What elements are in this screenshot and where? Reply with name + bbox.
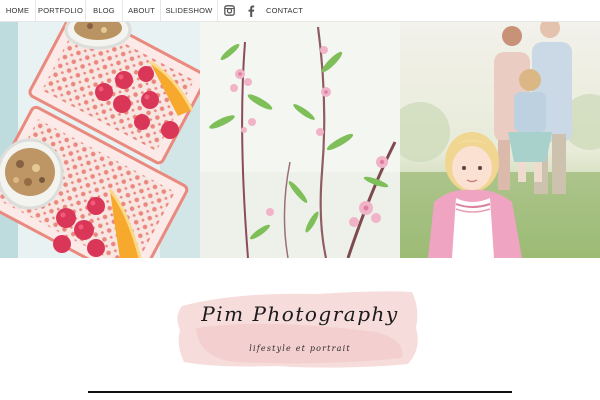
nav-portfolio-label: PORTFOLIO xyxy=(38,6,84,15)
nav-about-label: ABOUT xyxy=(128,6,155,15)
photo-family[interactable] xyxy=(400,22,600,258)
nav-blog-label: BLOG xyxy=(93,6,115,15)
nav-contact-label: CONTACT xyxy=(266,6,304,15)
section-divider xyxy=(88,391,512,393)
top-navigation: HOME PORTFOLIO BLOG ABOUT SLIDESHOW CONT… xyxy=(0,0,600,22)
brand-tagline: lifestyle et portrait xyxy=(249,344,351,353)
brand-name: Pim Photography xyxy=(201,302,399,326)
photo-strip xyxy=(0,22,600,258)
instagram-icon[interactable] xyxy=(218,0,240,21)
nav-contact[interactable]: CONTACT xyxy=(262,0,311,21)
facebook-icon[interactable] xyxy=(240,0,262,21)
nav-blog[interactable]: BLOG xyxy=(86,0,123,21)
watercolor-wash xyxy=(177,291,418,368)
photo-blossoms[interactable] xyxy=(200,22,400,258)
brand-logo[interactable]: Pim Photography lifestyle et portrait xyxy=(176,288,424,370)
photo-food[interactable] xyxy=(0,22,200,258)
nav-portfolio[interactable]: PORTFOLIO xyxy=(36,0,86,21)
nav-about[interactable]: ABOUT xyxy=(123,0,161,21)
nav-slideshow-label: SLIDESHOW xyxy=(165,6,213,15)
nav-home-label: HOME xyxy=(5,6,30,15)
nav-home[interactable]: HOME xyxy=(0,0,36,21)
nav-slideshow[interactable]: SLIDESHOW xyxy=(161,0,218,21)
